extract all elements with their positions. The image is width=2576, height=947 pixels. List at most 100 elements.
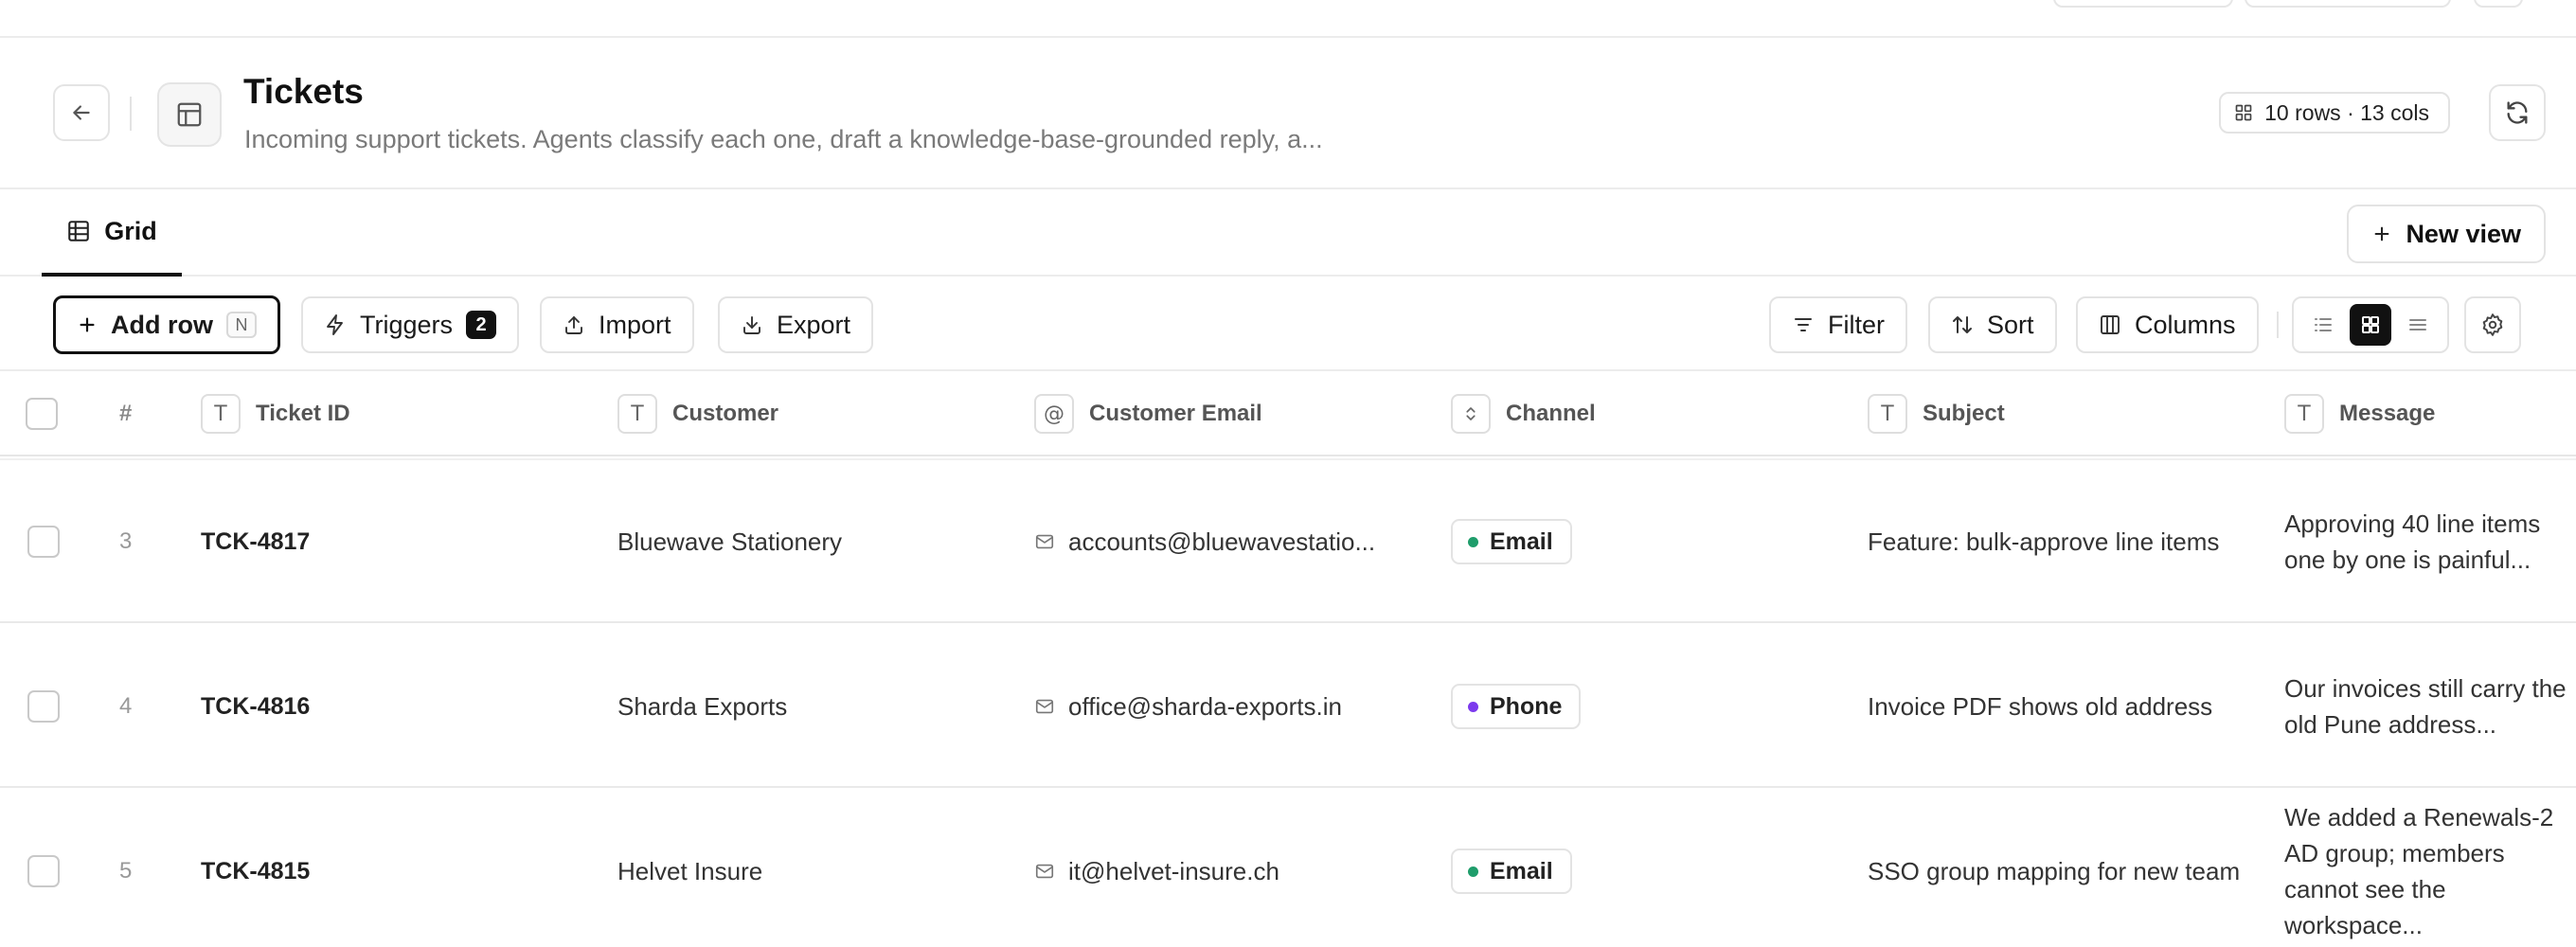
tab-grid[interactable]: Grid (42, 189, 182, 277)
filter-icon (1792, 313, 1815, 336)
message-text: Approving 40 line items one by one is pa… (2284, 509, 2541, 574)
subject-cell[interactable]: Invoice PDF shows old address (1868, 625, 2246, 788)
message-cell[interactable]: We added a Renewals-2 AD group; members … (2284, 790, 2576, 947)
add-row-label: Add row (111, 310, 213, 339)
channel-label: Phone (1490, 692, 1563, 720)
import-label: Import (599, 310, 671, 339)
table-row[interactable]: 5 TCK-4815 Helvet Insure it@helvet-insur… (0, 790, 2576, 947)
import-button[interactable]: Import (540, 296, 694, 353)
table-icon-badge (157, 82, 222, 147)
column-header-customer[interactable]: T Customer (617, 371, 778, 456)
density-grid[interactable] (2350, 304, 2391, 346)
sort-button[interactable]: Sort (1928, 296, 2057, 353)
column-header-message[interactable]: T Message (2284, 371, 2435, 456)
row-checkbox[interactable] (27, 526, 60, 558)
channel-dot (1468, 536, 1478, 547)
text-type-icon: T (201, 394, 241, 434)
customer-cell[interactable]: Helvet Insure (617, 790, 762, 947)
mail-icon (1034, 696, 1055, 717)
rows-cols-text: 10 rows · 13 cols (2264, 99, 2429, 125)
text-type-icon: T (2284, 394, 2324, 434)
text-type-icon: T (617, 394, 657, 434)
message-cell[interactable]: Approving 40 line items one by one is pa… (2284, 460, 2576, 623)
density-compact[interactable] (2302, 304, 2344, 346)
add-row-shortcut: N (226, 312, 257, 338)
column-header-label: Subject (1923, 401, 2005, 426)
lightning-icon (324, 313, 347, 336)
columns-icon (2099, 313, 2121, 336)
arrow-left-icon (69, 100, 94, 125)
row-number: 5 (119, 858, 133, 884)
column-header-ticket-id[interactable]: T Ticket ID (201, 371, 350, 456)
row-checkbox[interactable] (27, 690, 60, 723)
table-row[interactable]: 4 TCK-4816 Sharda Exports office@sharda-… (0, 625, 2576, 788)
customer-email-cell[interactable]: accounts@bluewavestatio... (1034, 460, 1413, 623)
toolbar: Add row N Triggers 2 Import Export Filte… (0, 277, 2576, 371)
add-row-button[interactable]: Add row N (53, 295, 280, 354)
plus-icon (2371, 223, 2392, 244)
export-button[interactable]: Export (718, 296, 874, 353)
message-text: We added a Renewals-2 AD group; members … (2284, 803, 2554, 939)
email-type-icon: @ (1034, 394, 1074, 434)
row-number: 3 (119, 528, 133, 554)
gear-icon (2480, 313, 2505, 337)
triggers-count-badge: 2 (466, 311, 497, 339)
text-type-icon: T (1868, 394, 1907, 434)
column-header-label: Channel (1506, 401, 1596, 426)
grid-icon (2359, 313, 2382, 336)
table-settings-button[interactable] (2464, 296, 2521, 353)
channel-cell[interactable]: Email (1451, 790, 1572, 947)
select-all-checkbox[interactable] (26, 398, 58, 430)
customer-cell[interactable]: Sharda Exports (617, 625, 787, 788)
refresh-button[interactable] (2489, 84, 2546, 141)
row-number: 4 (119, 693, 133, 719)
column-header-subject[interactable]: T Subject (1868, 371, 2005, 456)
list-icon (2312, 313, 2334, 336)
triggers-button[interactable]: Triggers 2 (301, 296, 520, 353)
row-number-header: # (119, 401, 133, 426)
email-text: it@helvet-insure.ch (1068, 856, 1279, 885)
upload-icon (563, 313, 585, 336)
column-header-customer-email[interactable]: @ Customer Email (1034, 371, 1262, 456)
table-column-headers: # T Ticket ID T Customer @ Customer Emai… (0, 371, 2576, 456)
toolbar-divider (2277, 312, 2279, 338)
columns-button[interactable]: Columns (2076, 296, 2259, 353)
channel-cell[interactable]: Phone (1451, 625, 1582, 788)
column-header-label: Customer Email (1089, 401, 1262, 426)
top-bar-button-1[interactable] (2053, 0, 2233, 8)
table-grid-icon (66, 219, 91, 243)
table-header: Tickets Incoming support tickets. Agents… (0, 38, 2576, 189)
table-row[interactable]: 3 TCK-4817 Bluewave Stationery accounts@… (0, 460, 2576, 623)
message-cell[interactable]: Our invoices still carry the old Pune ad… (2284, 625, 2576, 788)
customer-email-cell[interactable]: office@sharda-exports.in (1034, 625, 1413, 788)
plus-icon (77, 314, 98, 335)
refresh-icon (2504, 99, 2531, 126)
back-button[interactable] (53, 84, 110, 141)
channel-dot (1468, 701, 1478, 712)
filter-button[interactable]: Filter (1769, 296, 1907, 353)
customer-email-cell[interactable]: it@helvet-insure.ch (1034, 790, 1413, 947)
channel-chip: Phone (1451, 684, 1582, 729)
tab-grid-label: Grid (104, 216, 157, 245)
message-text: Our invoices still carry the old Pune ad… (2284, 674, 2567, 739)
export-label: Export (777, 310, 851, 339)
row-checkbox[interactable] (27, 855, 60, 887)
ticket-id-cell[interactable]: TCK-4815 (201, 790, 310, 947)
ticket-id-cell[interactable]: TCK-4817 (201, 460, 310, 623)
new-view-button[interactable]: New view (2347, 205, 2546, 263)
channel-label: Email (1490, 527, 1553, 555)
subject-cell[interactable]: SSO group mapping for new team (1868, 790, 2246, 947)
customer-cell[interactable]: Bluewave Stationery (617, 460, 842, 623)
top-bar-button-2[interactable] (2245, 0, 2451, 8)
density-lines[interactable] (2397, 304, 2439, 346)
top-bar-button-3[interactable] (2474, 0, 2523, 8)
subject-cell[interactable]: Feature: bulk-approve line items (1868, 460, 2246, 623)
new-view-label: New view (2406, 219, 2521, 248)
ticket-id-cell[interactable]: TCK-4816 (201, 625, 310, 788)
email-text: office@sharda-exports.in (1068, 691, 1342, 721)
mail-icon (1034, 861, 1055, 882)
sort-label: Sort (1987, 310, 2034, 339)
column-header-label: Message (2339, 401, 2436, 426)
column-header-channel[interactable]: Channel (1451, 371, 1596, 456)
channel-cell[interactable]: Email (1451, 460, 1572, 623)
